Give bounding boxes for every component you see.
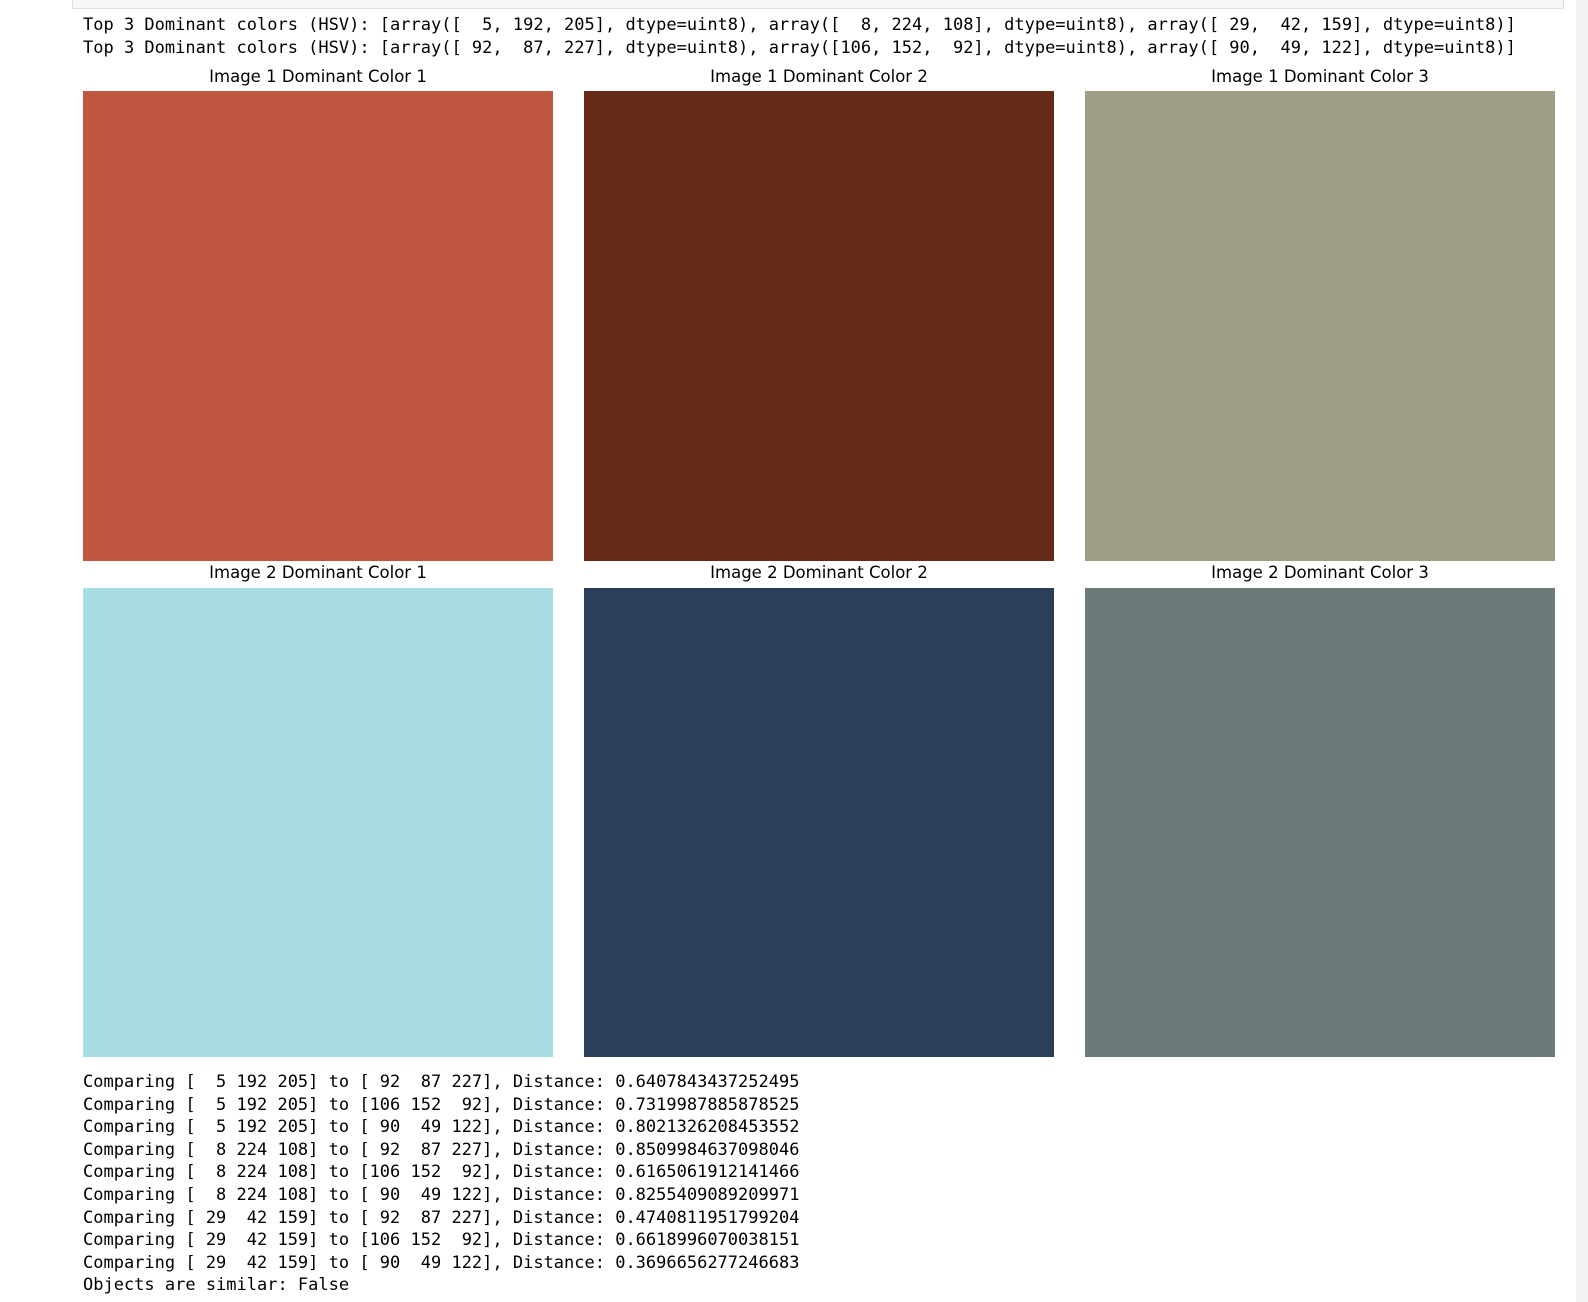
- comparison-line: Comparing [ 8 224 108] to [ 92 87 227], …: [83, 1139, 800, 1160]
- comparison-line: Comparing [ 5 192 205] to [ 92 87 227], …: [83, 1072, 800, 1092]
- comparison-line: Comparing [ 5 192 205] to [106 152 92], …: [83, 1094, 800, 1115]
- panel-title-image-2-color-3: Image 2 Dominant Color 3: [1211, 563, 1429, 582]
- comparison-line: Comparing [ 29 42 159] to [ 92 87 227], …: [83, 1207, 800, 1228]
- dominant-color-figure: Image 1 Dominant Color 1 Image 1 Dominan…: [0, 0, 1588, 1060]
- comparison-line: Comparing [ 29 42 159] to [106 152 92], …: [83, 1230, 800, 1251]
- color-swatch-image-2-color-1: [83, 588, 553, 1057]
- color-swatch-image-2-color-3: [1085, 588, 1555, 1057]
- color-swatch-image-2-color-2: [584, 588, 1054, 1057]
- comparison-line: Comparing [ 29 42 159] to [ 90 49 122], …: [83, 1252, 800, 1273]
- panel-title-image-1-color-1: Image 1 Dominant Color 1: [209, 67, 427, 86]
- panel-title-image-1-color-2: Image 1 Dominant Color 2: [710, 67, 928, 86]
- comparison-line: Comparing [ 8 224 108] to [106 152 92], …: [83, 1162, 800, 1183]
- comparison-line: Comparing [ 5 192 205] to [ 90 49 122], …: [83, 1117, 800, 1138]
- comparison-line: Comparing [ 8 224 108] to [ 90 49 122], …: [83, 1184, 800, 1205]
- color-swatch-image-1-color-3: [1085, 91, 1555, 561]
- color-swatch-image-1-color-2: [584, 91, 1054, 561]
- comparison-output: Comparing [ 5 192 205] to [ 92 87 227], …: [83, 1071, 799, 1297]
- panel-title-image-1-color-3: Image 1 Dominant Color 3: [1211, 67, 1429, 86]
- panel-title-image-2-color-2: Image 2 Dominant Color 2: [710, 563, 928, 582]
- similarity-result-line: Objects are similar: False: [83, 1275, 350, 1296]
- panel-title-image-2-color-1: Image 2 Dominant Color 1: [209, 563, 427, 582]
- color-swatch-image-1-color-1: [83, 91, 553, 561]
